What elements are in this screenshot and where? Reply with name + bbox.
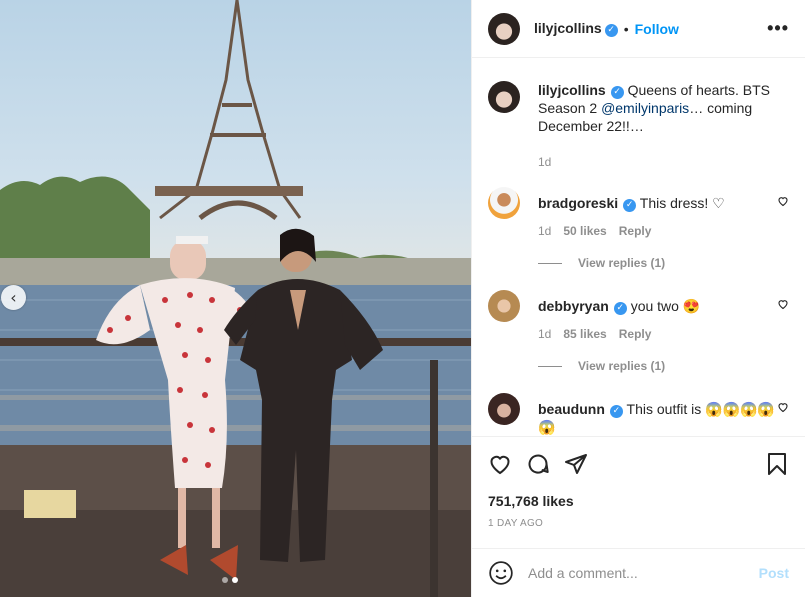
caption-meta: 1d xyxy=(538,155,778,169)
post-side-panel: lilyjcollins ✓ • Follow ••• lilyjcollins ✓… xyxy=(471,0,805,597)
comment-username[interactable]: beaudunn xyxy=(538,401,605,417)
view-replies-label: View replies (1) xyxy=(578,256,666,270)
comment-meta: 1d 50 likes Reply xyxy=(538,224,778,238)
author-username-wrap: lilyjcollins ✓ xyxy=(534,20,618,37)
add-comment-bar: Post xyxy=(472,548,805,597)
verified-badge-icon: ✓ xyxy=(623,198,637,212)
comment-username[interactable]: bradgoreski xyxy=(538,195,618,211)
reply-button[interactable]: Reply xyxy=(619,224,652,238)
post-date[interactable]: 1 DAY AGO xyxy=(488,518,789,529)
post-actions: 751,768 likes 1 DAY AGO xyxy=(472,436,805,529)
caption-author-avatar[interactable] xyxy=(488,81,520,113)
post-caption: lilyjcollins ✓ Queens of hearts. BTS Seas… xyxy=(488,81,789,169)
comment-text: This dress! ♡ xyxy=(639,195,725,211)
carousel-dots xyxy=(222,577,238,583)
verified-badge-icon: ✓ xyxy=(610,85,624,99)
heart-icon[interactable] xyxy=(488,452,512,476)
caption-text-block: lilyjcollins ✓ Queens of hearts. BTS Seas… xyxy=(538,81,778,135)
comment-item: bradgoreski ✓ This dress! ♡ 1d 50 likes R… xyxy=(488,187,789,238)
author-avatar[interactable] xyxy=(488,12,520,45)
eiffel-tower xyxy=(159,0,302,220)
likes-count[interactable]: 751,768 likes xyxy=(488,493,789,509)
caption-mention-link[interactable]: @emilyinparis xyxy=(601,100,689,116)
separator-dot: • xyxy=(623,20,629,37)
comment-likes[interactable]: 50 likes xyxy=(563,224,606,238)
comment-icon[interactable] xyxy=(526,452,550,476)
post-comment-button[interactable]: Post xyxy=(759,565,789,581)
comment-age[interactable]: 1d xyxy=(538,224,551,238)
comment-meta: 1d 85 likes Reply xyxy=(538,327,778,341)
comment-like-heart-icon[interactable] xyxy=(777,195,789,207)
verified-badge-icon: ✓ xyxy=(613,301,627,315)
commenter-avatar[interactable] xyxy=(488,393,520,425)
comment-like-heart-icon[interactable] xyxy=(777,401,789,413)
share-icon[interactable] xyxy=(564,452,588,476)
comment-item: debbyryan ✓ you two 😍 1d 85 likes Reply xyxy=(488,290,789,341)
replies-line xyxy=(538,262,562,264)
view-replies-label: View replies (1) xyxy=(578,359,666,373)
comments-list[interactable]: lilyjcollins ✓ Queens of hearts. BTS Seas… xyxy=(472,59,805,436)
carousel-dot-active xyxy=(232,577,238,583)
caption-age[interactable]: 1d xyxy=(538,155,551,169)
post-photo[interactable]: ‹ xyxy=(0,0,471,597)
comment-text: you two 😍 xyxy=(630,298,701,314)
photo-scene xyxy=(0,0,471,597)
reply-button[interactable]: Reply xyxy=(619,327,652,341)
action-icons-row xyxy=(488,449,789,479)
comment-likes[interactable]: 85 likes xyxy=(563,327,606,341)
comment-item: beaudunn ✓ This outfit is 😱😱😱😱😱 xyxy=(488,393,789,436)
author-username[interactable]: lilyjcollins xyxy=(534,20,602,36)
comment-text-block: bradgoreski ✓ This dress! ♡ xyxy=(538,194,778,212)
comment-age[interactable]: 1d xyxy=(538,327,551,341)
comment-like-heart-icon[interactable] xyxy=(777,298,789,310)
commenter-avatar[interactable] xyxy=(488,187,520,219)
view-replies-button[interactable]: View replies (1) xyxy=(538,359,789,373)
caption-username[interactable]: lilyjcollins xyxy=(538,82,606,98)
comment-text-block: debbyryan ✓ you two 😍 xyxy=(538,297,778,315)
commenter-avatar[interactable] xyxy=(488,290,520,322)
chevron-left-icon[interactable]: ‹ xyxy=(1,285,26,310)
verified-badge-icon: ✓ xyxy=(604,23,618,37)
verified-badge-icon: ✓ xyxy=(609,404,623,418)
follow-button[interactable]: Follow xyxy=(635,21,679,37)
comment-username[interactable]: debbyryan xyxy=(538,298,609,314)
emoji-icon[interactable] xyxy=(488,560,514,586)
view-replies-button[interactable]: View replies (1) xyxy=(538,256,789,270)
replies-line xyxy=(538,365,562,367)
post-header: lilyjcollins ✓ • Follow ••• xyxy=(472,0,805,58)
comment-text-block: beaudunn ✓ This outfit is 😱😱😱😱😱 xyxy=(538,400,778,436)
more-options-icon[interactable]: ••• xyxy=(767,18,789,39)
carousel-dot xyxy=(222,577,228,583)
comment-input[interactable] xyxy=(528,565,759,581)
bookmark-icon[interactable] xyxy=(765,452,789,476)
